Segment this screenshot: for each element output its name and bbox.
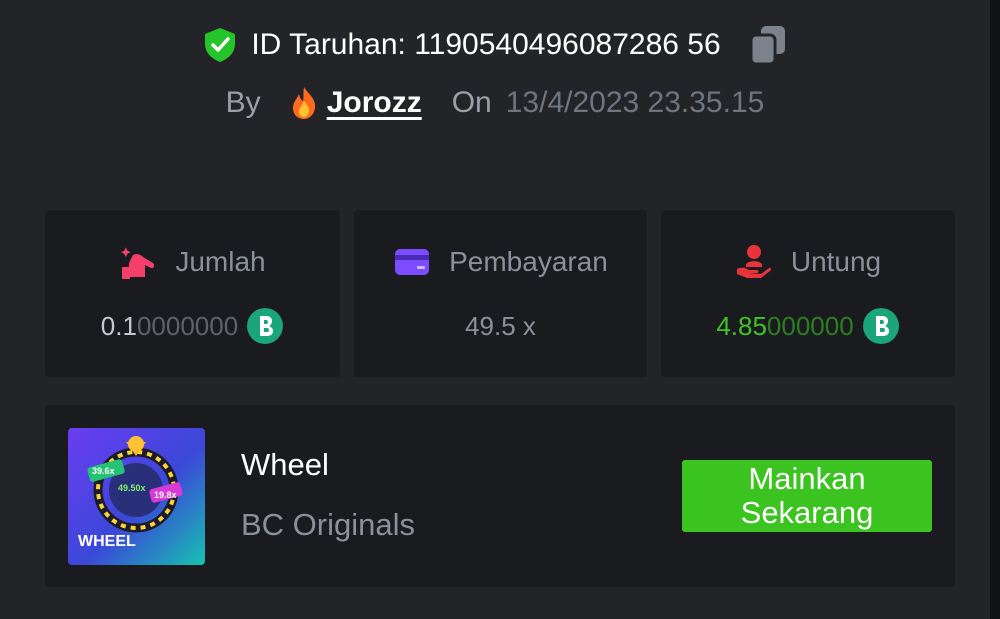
game-card: 39.6x 49.50x 19.8x WHEEL Wheel BC Origin…	[45, 405, 955, 587]
bet-id-row: ID Taruhan: 1190540496087286 56	[0, 24, 990, 66]
stat-payout: Pembayaran 49.5 x	[354, 210, 647, 377]
thumb-multiplier-3: 19.8x	[154, 490, 177, 500]
stat-amount-label: Jumlah	[175, 246, 266, 277]
thumb-multiplier-2: 49.50x	[118, 483, 146, 493]
profit-hand-icon	[736, 245, 771, 278]
thumb-wheel-text: WHEEL	[78, 533, 136, 550]
bet-amount-icon	[121, 247, 155, 279]
amount-value-main: 0.1	[100, 310, 137, 341]
game-provider: BC Originals	[241, 507, 415, 542]
profit-value-main: 4.85	[716, 310, 767, 341]
bet-stats: Jumlah 0.10000000 Pembayaran 49.5 x Untu…	[45, 210, 955, 377]
bc-coin-icon	[247, 308, 284, 344]
wheel-thumbnail-art: 39.6x 49.50x 19.8x WHEEL	[68, 428, 205, 565]
game-title[interactable]: Wheel	[241, 447, 329, 483]
flame-icon	[292, 87, 315, 119]
stat-payout-label: Pembayaran	[449, 246, 608, 277]
bet-datetime: 13/4/2023 23.35.15	[505, 86, 765, 119]
bet-id-text: ID Taruhan: 1190540496087286 56	[251, 28, 721, 61]
on-label: On	[451, 86, 492, 119]
card-icon	[395, 249, 430, 275]
amount-value-trailing: 0000000	[136, 310, 239, 341]
shield-check-icon	[205, 28, 236, 62]
bc-coin-icon	[862, 308, 899, 344]
profit-value-trailing: 000000	[766, 310, 854, 341]
by-label: By	[225, 86, 261, 119]
stat-profit: Untung 4.85000000	[661, 210, 955, 377]
copy-icon[interactable]	[749, 24, 787, 66]
bettor-row: By Jorozz On 13/4/2023 23.35.15	[0, 86, 990, 120]
username: Jorozz	[326, 86, 422, 119]
right-edge-bar	[990, 0, 1000, 619]
payout-value: 49.5 x	[465, 310, 536, 341]
game-thumbnail[interactable]: 39.6x 49.50x 19.8x WHEEL	[68, 428, 205, 565]
thumb-multiplier-1: 39.6x	[92, 466, 115, 476]
username-link[interactable]: Jorozz	[289, 86, 422, 120]
stat-profit-label: Untung	[790, 246, 882, 277]
play-now-button[interactable]: Mainkan Sekarang	[682, 460, 932, 532]
stat-amount: Jumlah 0.10000000	[45, 210, 340, 377]
